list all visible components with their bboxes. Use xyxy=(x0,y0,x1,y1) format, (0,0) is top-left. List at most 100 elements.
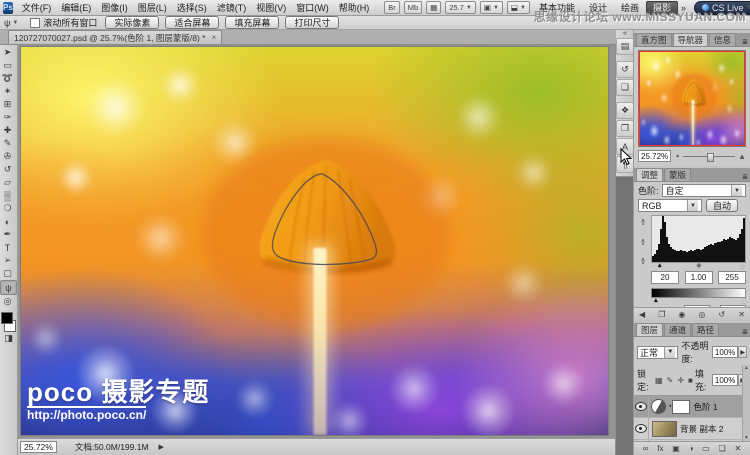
zoom-out-icon[interactable]: ▲ xyxy=(675,153,680,159)
arrange-documents-button[interactable]: ▣ ▼ xyxy=(479,1,503,14)
move-tool[interactable]: ➤ xyxy=(0,46,15,59)
reset-adjustment-icon[interactable]: ↺ xyxy=(718,310,725,319)
expanded-view-icon[interactable]: ❐ xyxy=(658,310,665,319)
cs-live-button[interactable]: CS Live ▼ xyxy=(694,0,750,15)
menu-选择[interactable]: 选择(S) xyxy=(172,1,212,15)
pen-tool[interactable]: ✒ xyxy=(0,228,15,241)
view-button-填充屏幕[interactable]: 填充屏幕 xyxy=(225,16,280,29)
workspace-设计[interactable]: 设计 xyxy=(582,1,614,15)
layer-row[interactable]: 背景 副本 2 xyxy=(634,418,750,440)
delete-adjustment-icon[interactable]: ✕ xyxy=(738,310,745,319)
clone-stamp-tool[interactable]: ✇ xyxy=(0,150,15,163)
lock-pixels-icon[interactable]: ✎ xyxy=(667,376,674,385)
visibility-toggle[interactable] xyxy=(634,396,649,417)
scroll-down-icon[interactable]: ▼ xyxy=(744,435,749,441)
document-image[interactable]: poco 摄影专题 http://photo.poco.cn/ xyxy=(20,46,609,436)
canvas-area[interactable]: poco 摄影专题 http://photo.poco.cn/ xyxy=(18,44,616,438)
panel-menu-icon[interactable]: ≣ xyxy=(742,328,748,336)
auto-button[interactable]: 自动 xyxy=(706,199,739,212)
visibility-toggle[interactable] xyxy=(634,418,649,439)
adjustments-tab-蒙版[interactable]: 蒙版 xyxy=(664,168,692,181)
input-slider-1[interactable]: ◆ xyxy=(697,263,702,270)
eraser-tool[interactable]: ▱ xyxy=(0,176,15,189)
healing-brush-tool[interactable]: ✚ xyxy=(0,124,15,137)
hand-tool-preview[interactable]: ψ ▼ xyxy=(4,18,18,28)
dodge-tool[interactable]: ◐ xyxy=(0,215,15,228)
gray-point-eyedropper-icon[interactable]: ✑ xyxy=(639,234,648,245)
white-point-eyedropper-icon[interactable]: ✑ xyxy=(639,253,648,264)
panel-menu-icon[interactable]: ≣ xyxy=(742,173,748,181)
menu-编辑[interactable]: 编辑(E) xyxy=(56,1,96,15)
clone-source-panel-icon[interactable]: ❐ xyxy=(616,120,634,137)
black-point-eyedropper-icon[interactable]: ✑ xyxy=(639,214,648,225)
workspace-overflow-button[interactable]: » xyxy=(678,3,689,13)
adjustments-tab-调整[interactable]: 调整 xyxy=(636,168,664,181)
blur-tool[interactable]: ❍ xyxy=(0,202,15,215)
view-button-适合屏幕[interactable]: 适合屏幕 xyxy=(165,16,220,29)
navigator-zoom-slider[interactable]: ▲ ▲ xyxy=(675,152,746,162)
link-layers-icon[interactable]: ∞ xyxy=(643,444,649,453)
crop-tool[interactable]: ⊞ xyxy=(0,98,15,111)
hand-tool[interactable]: ψ xyxy=(0,280,17,295)
zoom-slider-thumb[interactable] xyxy=(707,152,714,162)
launch-bridge-button[interactable]: Br xyxy=(384,1,400,14)
expand-dock-icon[interactable]: « xyxy=(616,30,634,37)
menu-图层[interactable]: 图层(L) xyxy=(133,1,172,15)
zoom-in-icon[interactable]: ▲ xyxy=(738,152,746,161)
channel-dropdown[interactable]: RGB ▼ xyxy=(638,199,702,212)
path-select-tool[interactable]: ➢ xyxy=(0,254,15,267)
zoom-tool[interactable]: ◎ xyxy=(0,295,15,308)
screen-mode-button[interactable]: ⬓ ▼ xyxy=(506,1,530,14)
menu-视图[interactable]: 视图(V) xyxy=(251,1,291,15)
gradient-tool[interactable]: ▒ xyxy=(0,189,15,202)
menu-帮助[interactable]: 帮助(H) xyxy=(334,1,375,15)
styles-panel-icon[interactable]: ❖ xyxy=(616,102,634,119)
input-level-field-1[interactable]: 1.00 xyxy=(684,271,713,284)
history-brush-tool[interactable]: ↺ xyxy=(0,163,15,176)
launch-mini-bridge-button[interactable]: Mb xyxy=(403,1,423,14)
opacity-field[interactable]: 100% xyxy=(711,346,739,358)
shape-tool[interactable]: ▢ xyxy=(0,267,15,280)
zoom-level-control[interactable]: 25.7 ▼ xyxy=(445,1,476,14)
brush-tool[interactable]: ✎ xyxy=(0,137,15,150)
menu-图像[interactable]: 图像(I) xyxy=(96,1,133,15)
layers-tab-图层[interactable]: 图层 xyxy=(636,323,664,336)
input-level-field-0[interactable]: 20 xyxy=(651,271,679,284)
input-slider-0[interactable]: ▲ xyxy=(657,263,663,270)
blend-mode-dropdown[interactable]: 正常 ▼ xyxy=(637,345,679,359)
view-extras-button[interactable]: ▦ xyxy=(426,1,442,14)
lock-all-icon[interactable]: ■ xyxy=(688,376,693,385)
new-group-icon[interactable]: ▭ xyxy=(702,444,710,453)
scroll-all-windows-checkbox[interactable] xyxy=(30,17,41,28)
lock-position-icon[interactable]: ✛ xyxy=(677,376,684,385)
layer-row[interactable]: ▪ 色阶 1 xyxy=(634,396,750,418)
layers-scrollbar[interactable]: ▲ ▼ xyxy=(742,365,750,441)
input-slider-2[interactable]: △ xyxy=(740,263,745,270)
fill-field[interactable]: 100% xyxy=(711,374,739,386)
menu-滤镜[interactable]: 滤镜(T) xyxy=(212,1,252,15)
navigator-tab-导航器[interactable]: 导航器 xyxy=(672,33,709,46)
output-slider-0[interactable]: ▲ xyxy=(653,298,659,305)
add-layer-mask-icon[interactable]: ▣ xyxy=(672,444,680,453)
scroll-up-icon[interactable]: ▲ xyxy=(744,365,749,371)
eyedropper-tool[interactable]: ✑ xyxy=(0,111,15,124)
status-zoom-field[interactable]: 25.72% xyxy=(20,441,57,453)
marquee-tool[interactable]: ▭ xyxy=(0,59,15,72)
view-button-实际像素[interactable]: 实际像素 xyxy=(105,16,160,29)
layers-tab-通道[interactable]: 通道 xyxy=(664,323,692,336)
ps-logo-icon[interactable]: Ps xyxy=(3,1,13,14)
document-tab[interactable]: 120727070027.psd @ 25.7%(色阶 1, 图层蒙版/8) *… xyxy=(8,30,223,44)
layer-thumbnail[interactable] xyxy=(652,420,677,437)
foreground-color-swatch[interactable] xyxy=(1,312,13,324)
quick-mask-button[interactable]: ◨ xyxy=(1,332,16,345)
menu-文件[interactable]: 文件(F) xyxy=(17,1,57,15)
workspace-摄影[interactable]: 摄影 xyxy=(646,0,679,15)
navigator-view-box[interactable] xyxy=(639,51,745,146)
layer-style-icon[interactable]: fx xyxy=(657,444,663,453)
layers-tab-路径[interactable]: 路径 xyxy=(692,323,720,336)
navigator-zoom-field[interactable]: 25.72% xyxy=(638,150,672,162)
navigator-tab-信息[interactable]: 信息 xyxy=(709,33,737,46)
input-level-field-2[interactable]: 255 xyxy=(718,271,746,284)
lasso-tool[interactable]: ➰ xyxy=(0,72,15,85)
layer-comps-panel-icon[interactable]: ❏ xyxy=(616,79,634,96)
